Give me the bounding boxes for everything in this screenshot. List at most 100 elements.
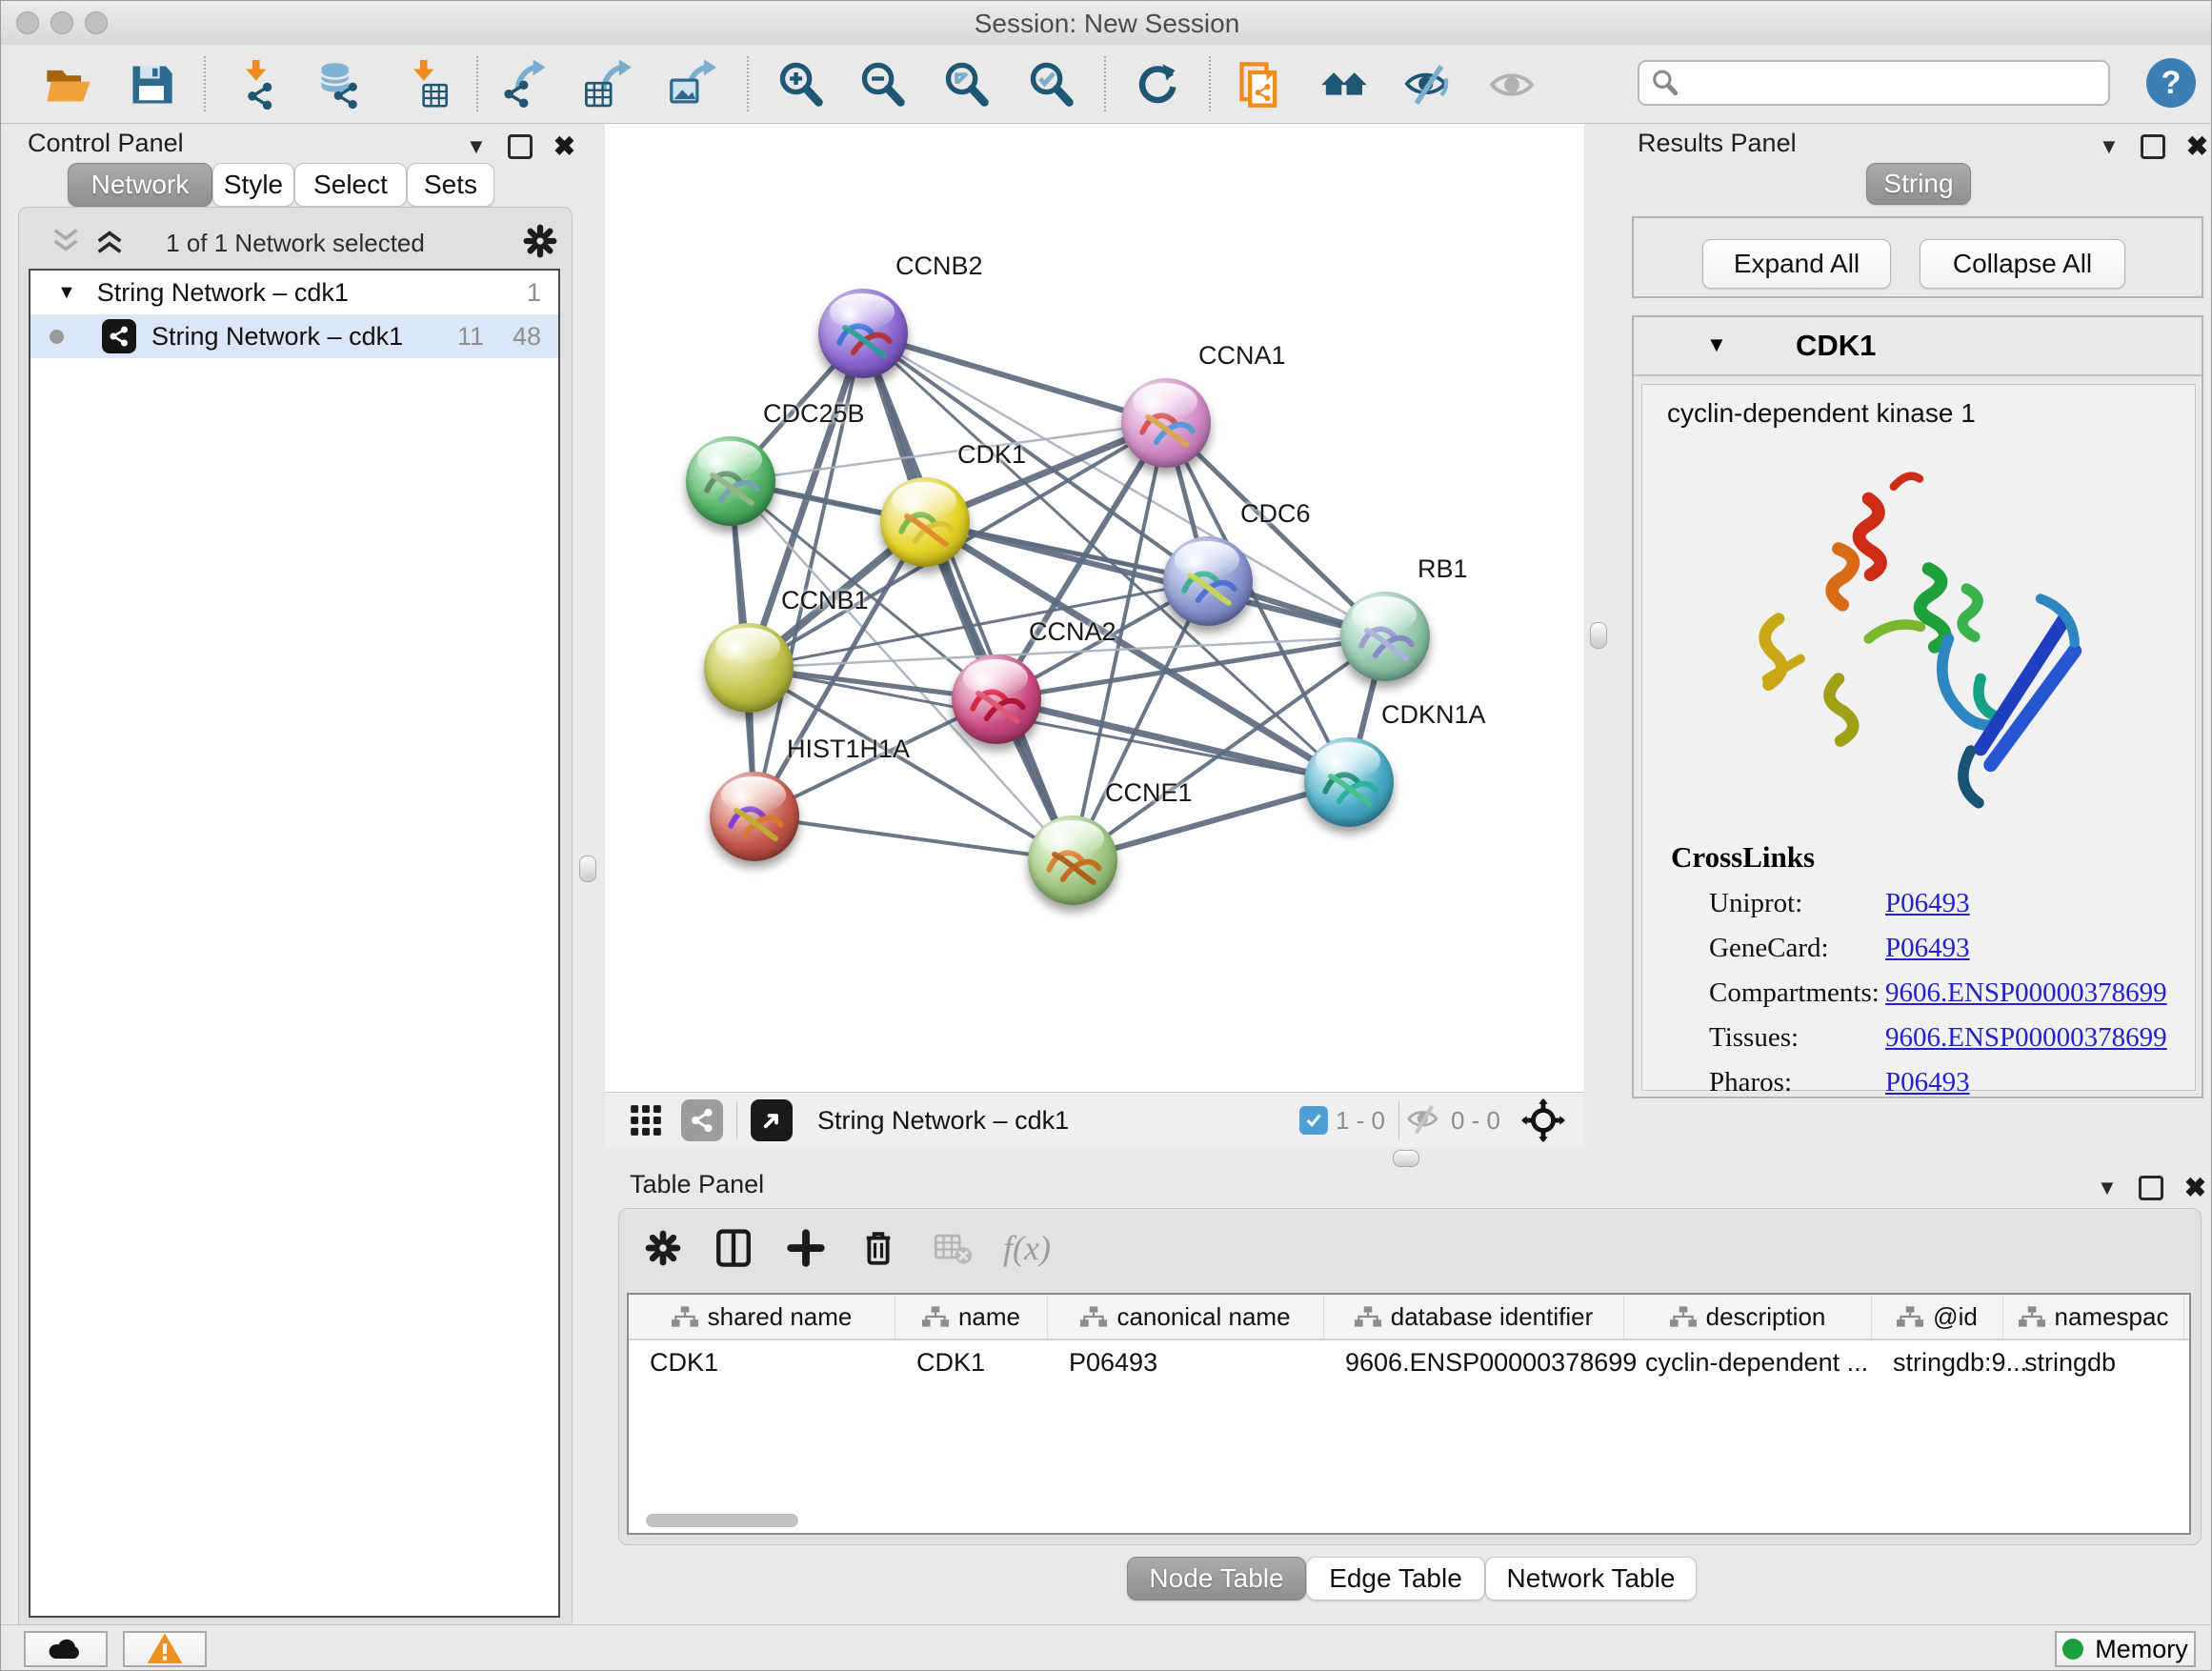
table-cell[interactable]: cyclin-dependent ... xyxy=(1624,1340,1872,1384)
show-columns-icon[interactable] xyxy=(707,1224,760,1272)
float-panel-icon[interactable] xyxy=(508,134,533,159)
hide-selected-icon[interactable] xyxy=(1402,58,1456,111)
network-node-CDKN1A[interactable] xyxy=(1304,737,1394,827)
zoom-in-icon[interactable] xyxy=(774,58,828,111)
right-panel-divider-handle[interactable] xyxy=(1590,622,1607,649)
network-node-RB1[interactable] xyxy=(1340,592,1430,681)
collection-label: String Network – cdk1 xyxy=(97,278,349,308)
crosslink-value-link[interactable]: 9606.ENSP00000378699 xyxy=(1885,1022,2167,1054)
tab-sets[interactable]: Sets xyxy=(407,163,494,207)
selected-nodes-checkbox-icon[interactable] xyxy=(1299,1106,1328,1135)
panel-menu-icon[interactable]: ▼ xyxy=(2097,1176,2118,1200)
delete-column-trash-icon[interactable] xyxy=(852,1224,905,1272)
table-cell[interactable]: stringdb:9... xyxy=(1872,1340,2003,1384)
zoom-fit-icon[interactable] xyxy=(940,58,994,111)
crosslink-value-link[interactable]: P06493 xyxy=(1885,888,1970,919)
show-all-icon[interactable] xyxy=(1485,58,1538,111)
table-data-row[interactable]: CDK1CDK1P064939606.ENSP00000378699cyclin… xyxy=(629,1340,2189,1384)
birds-eye-view-icon[interactable] xyxy=(751,1099,793,1141)
search-input[interactable] xyxy=(1638,60,2110,106)
attribute-hierarchy-icon xyxy=(922,1306,949,1327)
tab-node-table[interactable]: Node Table xyxy=(1127,1557,1306,1601)
tab-style[interactable]: Style xyxy=(212,163,294,207)
network-node-HIST1H1A[interactable] xyxy=(710,772,799,861)
network-node-CCNB1[interactable] xyxy=(704,623,794,713)
table-cell[interactable]: CDK1 xyxy=(895,1340,1048,1384)
crosslink-value-link[interactable]: P06493 xyxy=(1885,1067,1970,1098)
network-row-selected[interactable]: String Network – cdk1 11 48 xyxy=(30,314,558,358)
zoom-selected-icon[interactable] xyxy=(1025,58,1078,111)
scrollbar-thumb[interactable] xyxy=(646,1514,798,1527)
left-panel-divider-handle[interactable] xyxy=(579,856,596,882)
panel-menu-icon[interactable]: ▼ xyxy=(466,134,487,159)
export-table-icon[interactable] xyxy=(581,58,634,111)
column-header[interactable]: namespac xyxy=(2003,1295,2184,1339)
close-panel-icon[interactable]: ✖ xyxy=(553,131,575,162)
protein-structure-image xyxy=(1719,438,2119,819)
tab-network[interactable]: Network xyxy=(68,163,212,207)
memory-button[interactable]: Memory xyxy=(2055,1631,2196,1667)
pan-crosshair-icon[interactable] xyxy=(1521,1098,1565,1142)
tab-edge-table[interactable]: Edge Table xyxy=(1306,1557,1485,1601)
column-header[interactable]: shared name xyxy=(629,1295,895,1339)
section-expander-icon[interactable]: ▼ xyxy=(1706,332,1727,357)
network-node-CCNA1[interactable] xyxy=(1121,378,1211,468)
collection-expander-icon[interactable]: ▼ xyxy=(57,282,76,304)
panel-menu-icon[interactable]: ▼ xyxy=(2099,134,2120,159)
network-node-CCNE1[interactable] xyxy=(1028,815,1117,905)
save-session-icon[interactable] xyxy=(125,58,178,111)
horizontal-scrollbar[interactable] xyxy=(633,1514,2176,1527)
help-icon[interactable]: ? xyxy=(2146,58,2196,108)
network-view-icon[interactable] xyxy=(681,1099,723,1141)
import-network-from-database-icon[interactable] xyxy=(312,58,366,111)
column-header[interactable]: description xyxy=(1624,1295,1872,1339)
node-table[interactable]: shared namenamecanonical namedatabase id… xyxy=(627,1293,2191,1535)
collapse-all-button[interactable]: Collapse All xyxy=(1920,239,2125,289)
crosslink-value-link[interactable]: 9606.ENSP00000378699 xyxy=(1885,977,2167,1009)
column-header[interactable]: name xyxy=(895,1295,1048,1339)
gene-section-header[interactable]: ▼ CDK1 xyxy=(1634,317,2202,376)
table-cell[interactable]: 9606.ENSP00000378699 xyxy=(1324,1340,1624,1384)
network-node-CDC6[interactable] xyxy=(1163,536,1253,626)
apply-layout-icon[interactable] xyxy=(1130,58,1183,111)
duplicate-network-icon[interactable] xyxy=(1234,58,1287,111)
import-table-icon[interactable] xyxy=(400,58,453,111)
table-cell[interactable]: stringdb xyxy=(2003,1340,2184,1384)
node-label: CCNA2 xyxy=(1029,617,1116,647)
import-network-icon[interactable] xyxy=(232,58,286,111)
tab-network-table[interactable]: Network Table xyxy=(1485,1557,1697,1601)
network-options-gear-icon[interactable] xyxy=(522,223,558,259)
crosslink-value-link[interactable]: P06493 xyxy=(1885,933,1970,964)
network-node-CCNB2[interactable] xyxy=(818,289,908,378)
selected-counter: 1 - 0 xyxy=(1336,1106,1385,1136)
float-panel-icon[interactable] xyxy=(2141,134,2165,159)
tab-string[interactable]: String xyxy=(1866,163,1971,205)
table-cell[interactable]: CDK1 xyxy=(629,1340,895,1384)
export-network-icon[interactable] xyxy=(499,58,553,111)
crosslink-label: Tissues: xyxy=(1709,1022,1885,1054)
warnings-button[interactable] xyxy=(123,1631,207,1667)
network-canvas[interactable]: CCNB2CCNA1CDC25BCDK1CDC6RB1CCNB1CCNA2CDK… xyxy=(605,124,1584,1092)
table-options-gear-icon[interactable] xyxy=(636,1224,690,1272)
memory-status-dot-icon xyxy=(2062,1639,2083,1660)
first-neighbors-icon[interactable] xyxy=(1318,58,1372,111)
add-column-icon[interactable] xyxy=(779,1224,833,1272)
tab-select[interactable]: Select xyxy=(294,163,407,207)
column-header[interactable]: database identifier xyxy=(1324,1295,1624,1339)
cloud-status-button[interactable] xyxy=(24,1631,108,1667)
zoom-out-icon[interactable] xyxy=(856,58,910,111)
column-header[interactable]: canonical name xyxy=(1048,1295,1324,1339)
grid-view-icon[interactable] xyxy=(628,1102,664,1138)
close-panel-icon[interactable]: ✖ xyxy=(2186,131,2208,162)
column-header[interactable]: @id xyxy=(1872,1295,2003,1339)
float-panel-icon[interactable] xyxy=(2139,1176,2163,1200)
expand-all-button[interactable]: Expand All xyxy=(1702,239,1891,289)
export-image-icon[interactable] xyxy=(666,58,719,111)
table-cell[interactable]: P06493 xyxy=(1048,1340,1324,1384)
close-panel-icon[interactable]: ✖ xyxy=(2184,1172,2206,1203)
network-node-CDK1[interactable] xyxy=(880,477,970,567)
network-node-CCNA2[interactable] xyxy=(952,654,1041,744)
network-node-CDC25B[interactable] xyxy=(686,436,775,526)
open-file-icon[interactable] xyxy=(41,58,94,111)
network-collection-row[interactable]: ▼ String Network – cdk1 1 xyxy=(30,271,558,314)
